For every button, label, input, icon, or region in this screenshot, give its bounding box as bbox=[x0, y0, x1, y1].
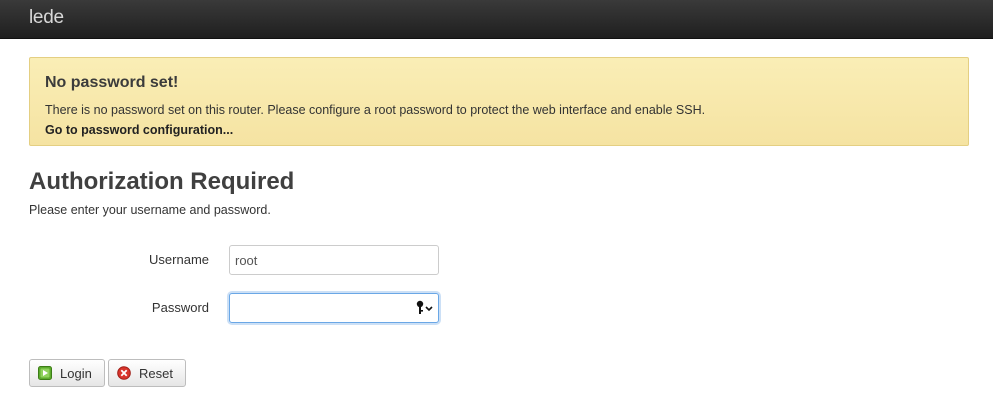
password-key-icon[interactable] bbox=[415, 299, 435, 317]
no-password-alert: No password set! There is no password se… bbox=[29, 57, 969, 146]
username-label: Username bbox=[149, 252, 209, 267]
password-config-link[interactable]: Go to password configuration... bbox=[45, 123, 233, 137]
login-button-label: Login bbox=[60, 365, 92, 381]
username-field[interactable] bbox=[229, 245, 439, 275]
page-title: Authorization Required bbox=[29, 168, 295, 195]
page-description: Please enter your username and password. bbox=[29, 203, 271, 217]
alert-title: No password set! bbox=[45, 74, 179, 91]
reset-button-label: Reset bbox=[139, 365, 173, 381]
top-bar: lede bbox=[0, 0, 993, 39]
alert-message: There is no password set on this router.… bbox=[45, 103, 706, 117]
password-label: Password bbox=[151, 300, 209, 315]
reset-button[interactable]: Reset bbox=[108, 359, 186, 387]
brand-logo[interactable]: lede bbox=[29, 7, 64, 29]
reset-icon bbox=[117, 366, 131, 380]
apply-icon bbox=[38, 366, 52, 380]
password-field[interactable] bbox=[229, 293, 439, 323]
login-button[interactable]: Login bbox=[29, 359, 105, 387]
